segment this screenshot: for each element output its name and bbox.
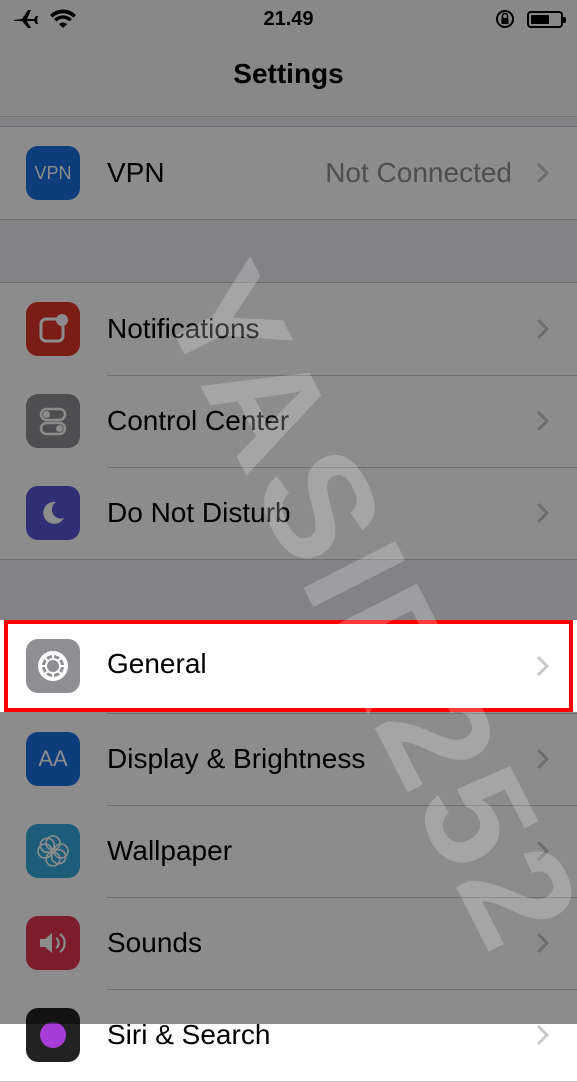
highlight-box — [4, 620, 573, 712]
settings-row-display-brightness[interactable]: AA Display & Brightness — [0, 713, 577, 805]
chevron-right-icon — [536, 748, 550, 770]
chevron-right-icon — [536, 932, 550, 954]
navigation-bar: Settings — [0, 40, 577, 117]
display-brightness-icon: AA — [26, 732, 80, 786]
settings-group-vpn: VPN VPN Not Connected — [0, 126, 577, 220]
settings-row-do-not-disturb[interactable]: Do Not Disturb — [0, 467, 577, 559]
settings-row-vpn[interactable]: VPN VPN Not Connected — [0, 127, 577, 219]
row-label: Control Center — [107, 405, 290, 436]
row-label: Sounds — [107, 927, 202, 958]
row-label: Notifications — [107, 313, 260, 344]
chevron-right-icon — [536, 1024, 550, 1046]
settings-row-notifications[interactable]: Notifications — [0, 283, 577, 375]
vpn-icon: VPN — [26, 146, 80, 200]
speaker-icon — [26, 916, 80, 970]
chevron-right-icon — [536, 162, 550, 184]
row-detail: Not Connected — [325, 157, 512, 188]
row-label: Wallpaper — [107, 835, 233, 866]
chevron-right-icon — [536, 318, 550, 340]
chevron-right-icon — [536, 840, 550, 862]
settings-row-wallpaper[interactable]: Wallpaper — [0, 805, 577, 897]
chevron-right-icon — [536, 502, 550, 524]
siri-icon — [26, 1008, 80, 1062]
battery-icon — [527, 10, 566, 28]
settings-row-siri[interactable]: Siri & Search — [0, 989, 577, 1081]
status-bar: 21.49 — [0, 0, 577, 40]
notifications-icon — [26, 302, 80, 356]
moon-icon — [26, 486, 80, 540]
row-label: Display & Brightness — [107, 743, 366, 774]
control-center-icon — [26, 394, 80, 448]
settings-group-notifications: Notifications Control Center Do Not Dist… — [0, 282, 577, 560]
rotation-lock-icon — [496, 10, 514, 28]
row-label: Do Not Disturb — [107, 497, 291, 528]
status-time: 21.49 — [263, 8, 314, 30]
status-right — [495, 9, 566, 29]
wallpaper-icon — [26, 824, 80, 878]
row-label: VPN — [107, 157, 165, 188]
settings-row-sounds[interactable]: Sounds — [0, 897, 577, 989]
settings-row-control-center[interactable]: Control Center — [0, 375, 577, 467]
page-title: Settings — [233, 58, 344, 89]
chevron-right-icon — [536, 410, 550, 432]
